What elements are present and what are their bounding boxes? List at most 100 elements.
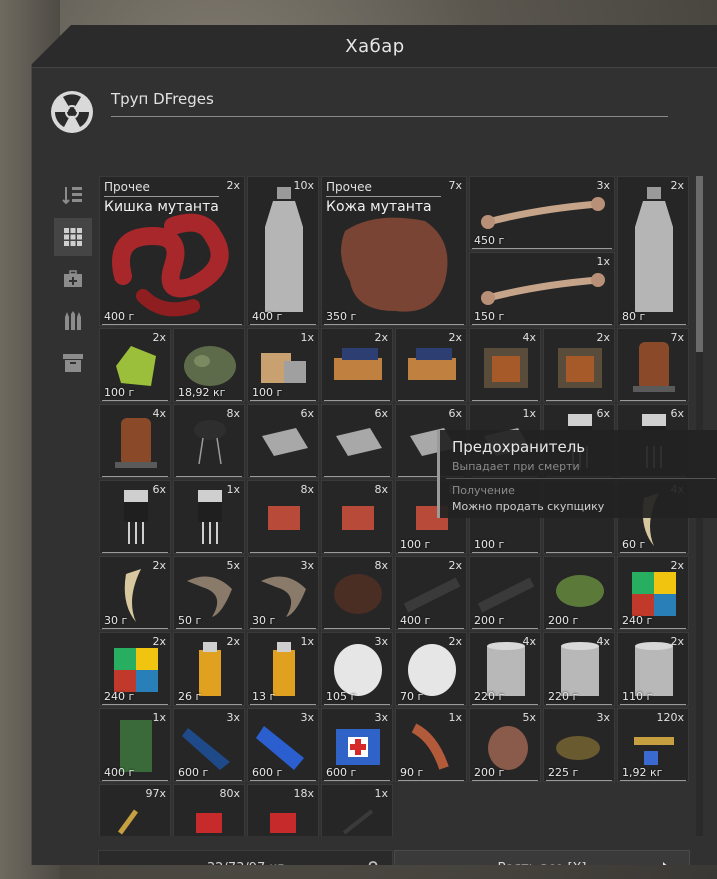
item-underline <box>324 324 464 325</box>
loot-item-r4c1[interactable]: 6x <box>99 480 171 554</box>
item-underline <box>620 628 686 629</box>
item-quantity: 2x <box>670 635 684 648</box>
loot-item-r4c3[interactable]: 8x <box>247 480 319 554</box>
item-weight: 100 г <box>104 386 135 399</box>
item-quantity: 7x <box>448 179 462 192</box>
take-all-button[interactable]: Взять все [X] <box>394 850 690 865</box>
item-underline <box>620 324 686 325</box>
loot-item-r8c1[interactable]: 97x <box>99 784 171 836</box>
loot-item-r8c3[interactable]: 18x <box>247 784 319 836</box>
loot-item-r5c2[interactable]: 5x 50 г <box>173 556 245 630</box>
tab-medical[interactable] <box>54 260 92 298</box>
tab-ammo[interactable] <box>54 302 92 340</box>
loot-item-bone2[interactable]: 1x 150 г <box>469 252 615 326</box>
loot-item-r5c7[interactable]: 200 г <box>543 556 615 630</box>
loot-item-r2c3[interactable]: 1x 100 г <box>247 328 319 402</box>
loot-item-r7c3[interactable]: 3x 600 г <box>247 708 319 782</box>
item-weight: 60 г <box>622 538 646 551</box>
loot-item-r5c1[interactable]: 2x 30 г <box>99 556 171 630</box>
loot-item-r6c6[interactable]: 4x 220 г <box>469 632 541 706</box>
item-quantity: 2x <box>152 331 166 344</box>
loot-item-r8c4[interactable]: 1x <box>321 784 393 836</box>
loot-item-bone1[interactable]: 3x 450 г <box>469 176 615 250</box>
item-underline <box>250 628 316 629</box>
loot-item-r2c8[interactable]: 7x <box>617 328 689 402</box>
loot-item-r2c7[interactable]: 2x <box>543 328 615 402</box>
loot-item-r6c1[interactable]: 2x 240 г <box>99 632 171 706</box>
loot-item-r3c3[interactable]: 6x <box>247 404 319 478</box>
item-category: Прочее <box>326 180 441 197</box>
tab-misc[interactable] <box>54 344 92 382</box>
item-quantity: 2x <box>596 331 610 344</box>
item-quantity: 3x <box>300 711 314 724</box>
loot-item-r7c6[interactable]: 5x 200 г <box>469 708 541 782</box>
loot-item-r7c7[interactable]: 3x 225 г <box>543 708 615 782</box>
loot-item-r6c3[interactable]: 1x 13 г <box>247 632 319 706</box>
item-underline <box>250 704 316 705</box>
loot-item-r7c1[interactable]: 1x 400 г <box>99 708 171 782</box>
loot-item-r4c2[interactable]: 1x <box>173 480 245 554</box>
tooltip-title: Предохранитель <box>452 438 586 456</box>
loot-item-kishka[interactable]: Прочее Кишка мутанта 2x 400 г <box>99 176 245 326</box>
item-name: Кожа мутанта <box>326 199 432 215</box>
loot-item-r6c2[interactable]: 2x 26 г <box>173 632 245 706</box>
loot-item-r7c4[interactable]: 3x 600 г <box>321 708 393 782</box>
loot-item-r2c2[interactable]: 18,92 кг <box>173 328 245 402</box>
loot-item-r6c7[interactable]: 4x 220 г <box>543 632 615 706</box>
item-underline <box>398 628 464 629</box>
shell-icon <box>190 807 230 836</box>
item-weight: 200 г <box>474 614 505 627</box>
item-weight: 100 г <box>400 538 431 551</box>
loot-item-r4c4[interactable]: 8x <box>321 480 393 554</box>
tab-all[interactable] <box>54 218 92 256</box>
item-quantity: 4x <box>152 407 166 420</box>
loot-item-r3c2[interactable]: 8x <box>173 404 245 478</box>
loot-item-bottle1[interactable]: 10x 400 г <box>247 176 319 326</box>
loot-item-r6c4[interactable]: 3x 105 г <box>321 632 393 706</box>
loot-item-r2c1[interactable]: 2x 100 г <box>99 328 171 402</box>
loot-item-r5c8[interactable]: 2x 240 г <box>617 556 689 630</box>
loot-item-r5c6[interactable]: 200 г <box>469 556 541 630</box>
loot-item-r7c8[interactable]: 120x 1,92 кг <box>617 708 689 782</box>
item-underline <box>250 476 316 477</box>
arrow-right-icon <box>651 862 671 865</box>
loot-item-r5c3[interactable]: 3x 30 г <box>247 556 319 630</box>
loot-item-r7c2[interactable]: 3x 600 г <box>173 708 245 782</box>
loot-item-r2c4[interactable]: 2x <box>321 328 393 402</box>
window-title: Хабар <box>345 35 405 57</box>
item-underline <box>324 400 390 401</box>
item-quantity: 3x <box>300 559 314 572</box>
loot-item-r2c6[interactable]: 4x <box>469 328 541 402</box>
item-underline <box>472 780 538 781</box>
bottle-icon <box>259 187 309 321</box>
item-underline <box>176 552 242 553</box>
item-weight: 1,92 кг <box>622 766 663 779</box>
loot-item-r3c1[interactable]: 4x <box>99 404 171 478</box>
loot-item-r6c8[interactable]: 2x 110 г <box>617 632 689 706</box>
loot-item-r2c5[interactable]: 2x <box>395 328 467 402</box>
item-underline <box>324 628 390 629</box>
bottle-icon <box>629 187 679 321</box>
bone-icon <box>478 194 608 238</box>
loot-item-r8c2[interactable]: 80x <box>173 784 245 836</box>
item-underline <box>620 704 686 705</box>
transformer-icon <box>552 338 608 398</box>
item-underline <box>102 552 168 553</box>
loot-item-bottle2[interactable]: 2x 80 г <box>617 176 689 326</box>
loot-item-r5c4[interactable]: 8x <box>321 556 393 630</box>
item-quantity: 6x <box>374 407 388 420</box>
stick-icon <box>338 807 378 836</box>
item-underline <box>250 552 316 553</box>
loot-item-kozha[interactable]: Прочее Кожа мутанта 7x 350 г <box>321 176 467 326</box>
sort-button[interactable] <box>54 176 92 214</box>
item-weight: 225 г <box>548 766 579 779</box>
loot-item-r3c4[interactable]: 6x <box>321 404 393 478</box>
scroll-thumb[interactable] <box>696 176 703 352</box>
tooltip-divider <box>446 478 716 479</box>
item-quantity: 2x <box>152 635 166 648</box>
item-quantity: 18x <box>293 787 314 800</box>
kettlebell-icon <box>368 861 378 865</box>
loot-item-r7c5[interactable]: 1x 90 г <box>395 708 467 782</box>
loot-item-r5c5[interactable]: 2x 400 г <box>395 556 467 630</box>
loot-item-r6c5[interactable]: 2x 70 г <box>395 632 467 706</box>
